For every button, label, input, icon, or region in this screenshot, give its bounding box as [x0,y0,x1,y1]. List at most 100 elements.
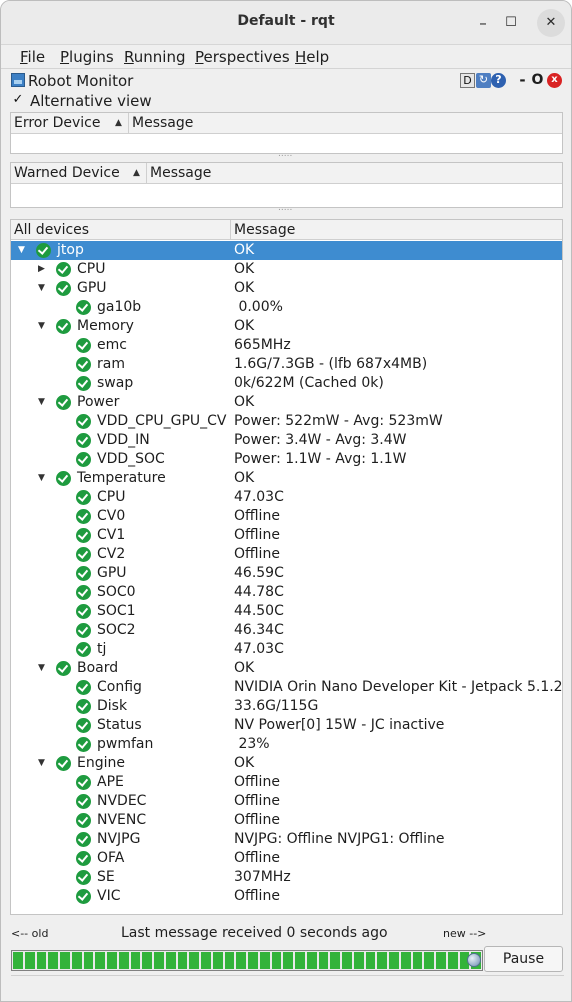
tree-row[interactable]: ram 1.6G/7.3GB - (lfb 687x4MB) [11,355,562,374]
expand-arrow-icon[interactable]: ▼ [38,663,48,673]
all-devices-column-header[interactable]: All devices [11,220,231,240]
menu-running[interactable]: Running [124,48,185,66]
timeline-tick [412,952,423,969]
device-message: 33.6G/115G [234,698,319,714]
bottom-strip [11,975,564,989]
tree-row[interactable]: OFA Offline [11,849,562,868]
timeline-slider-handle[interactable] [467,953,481,967]
tree-row[interactable]: emc 665MHz [11,336,562,355]
tree-row[interactable]: NVJPG NVJPG: Offline NVJPG1: Offline [11,830,562,849]
tree-row[interactable]: ▼ Temperature OK [11,469,562,488]
tree-row[interactable]: pwmfan 23% [11,735,562,754]
menu-help[interactable]: Help [295,48,329,66]
device-message: Offline [234,812,280,828]
tree-row[interactable]: CV1 Offline [11,526,562,545]
tree-row[interactable]: tj 47.03C [11,640,562,659]
ok-status-icon [76,870,91,885]
tree-rows: ▼ jtop OK ▶ CPU OK ▼ GPU OK ga10b 0.00% ▼ Memory OK e… [11,241,562,906]
ok-status-icon [76,832,91,847]
expand-arrow-icon[interactable]: ▼ [38,758,48,768]
tree-row[interactable]: ▼ Engine OK [11,754,562,773]
tree-row[interactable]: CV2 Offline [11,545,562,564]
tree-row[interactable]: ▼ Memory OK [11,317,562,336]
ok-status-icon [76,566,91,581]
plugin-title: Robot Monitor [28,72,134,90]
tree-row[interactable]: SE 307MHz [11,868,562,887]
tree-row[interactable]: Disk 33.6G/115G [11,697,562,716]
device-message: 1.6G/7.3GB - (lfb 687x4MB) [234,356,428,372]
close-plugin-icon[interactable]: x [547,73,562,88]
splitter-handle[interactable] [10,203,563,216]
timeline-tick [130,952,141,969]
tree-row[interactable]: VDD_IN Power: 3.4W - Avg: 3.4W [11,431,562,450]
tree-row[interactable]: GPU 46.59C [11,564,562,583]
ok-status-icon [56,281,71,296]
tree-row[interactable]: ga10b 0.00% [11,298,562,317]
expand-arrow-icon[interactable]: ▼ [38,283,48,293]
tree-row[interactable]: SOC1 44.50C [11,602,562,621]
tree-message-column-header[interactable]: Message [231,220,562,240]
device-message: Offline [234,527,280,543]
tree-row[interactable]: VDD_SOC Power: 1.1W - Avg: 1.1W [11,450,562,469]
help-icon[interactable]: ? [491,73,506,88]
tree-row[interactable]: NVENC Offline [11,811,562,830]
timeline-tick [318,952,329,969]
tree-row[interactable]: APE Offline [11,773,562,792]
error-device-table[interactable]: Error Device ▲ Message [10,112,563,154]
message-timeline[interactable] [11,950,483,971]
tree-row[interactable]: NVDEC Offline [11,792,562,811]
menu-perspectives[interactable]: Perspectives [195,48,290,66]
tree-row[interactable]: Status NV Power[0] 15W - JC inactive [11,716,562,735]
maximize-button[interactable]: ☐ [497,9,525,37]
tree-row[interactable]: VIC Offline [11,887,562,906]
minimize-button[interactable]: – [469,9,497,37]
device-name: NVDEC [97,793,147,809]
tree-row[interactable]: ▼ jtop OK [11,241,562,260]
device-name: SE [97,869,115,885]
ok-status-icon [76,357,91,372]
tree-row[interactable]: SOC0 44.78C [11,583,562,602]
expand-arrow-icon[interactable]: ▼ [38,397,48,407]
close-window-button[interactable]: ✕ [537,9,565,37]
tree-row[interactable]: Config NVIDIA Orin Nano Developer Kit - J… [11,678,562,697]
tree-row[interactable]: SOC2 46.34C [11,621,562,640]
dock-button[interactable]: D [460,73,475,88]
warned-device-table[interactable]: Warned Device ▲ Message [10,162,563,208]
menu-plugins[interactable]: Plugins [60,48,114,66]
ok-status-icon [56,262,71,277]
tree-row[interactable]: ▼ Power OK [11,393,562,412]
error-device-column-header[interactable]: Error Device [11,113,129,134]
expand-arrow-icon[interactable]: ▼ [38,473,48,483]
reload-icon[interactable]: ↻ [476,73,491,88]
timeline-tick [212,952,223,969]
collapse-arrow-icon[interactable]: ▶ [38,264,48,274]
warned-device-column-header[interactable]: Warned Device [11,163,147,184]
tree-row[interactable]: CV0 Offline [11,507,562,526]
device-name: Temperature [77,470,166,486]
expand-arrow-icon[interactable]: ▼ [18,245,28,255]
expand-arrow-icon[interactable]: ▼ [38,321,48,331]
all-devices-tree[interactable]: All devices Message ▼ jtop OK ▶ CPU OK ▼ GPU OK g… [10,219,563,915]
menu-file[interactable]: File [20,48,45,66]
minimize-plugin-button[interactable]: - [515,73,530,88]
alternative-view-checkbox[interactable]: ✓ [11,93,25,107]
ok-status-icon [76,528,91,543]
tree-row[interactable]: VDD_CPU_GPU_CV Power: 522mW - Avg: 523mW [11,412,562,431]
pause-button[interactable]: Pause [484,946,563,972]
tree-row[interactable]: ▼ Board OK [11,659,562,678]
tree-row[interactable]: ▶ CPU OK [11,260,562,279]
title-bar[interactable]: Default - rqt – ☐ ✕ [1,1,571,45]
tree-row[interactable]: CPU 47.03C [11,488,562,507]
device-message: 44.78C [234,584,284,600]
device-message: 23% [234,736,270,752]
device-name: VDD_IN [97,432,150,448]
device-name: ram [97,356,125,372]
timeline-new-label: new --> [443,927,487,940]
error-message-column-header[interactable]: Message [129,113,564,134]
warned-message-column-header[interactable]: Message [147,163,564,184]
timeline-tick [436,952,446,969]
device-message: 307MHz [234,869,291,885]
tree-row[interactable]: ▼ GPU OK [11,279,562,298]
tree-row[interactable]: swap 0k/622M (Cached 0k) [11,374,562,393]
float-plugin-button[interactable]: O [530,73,545,88]
